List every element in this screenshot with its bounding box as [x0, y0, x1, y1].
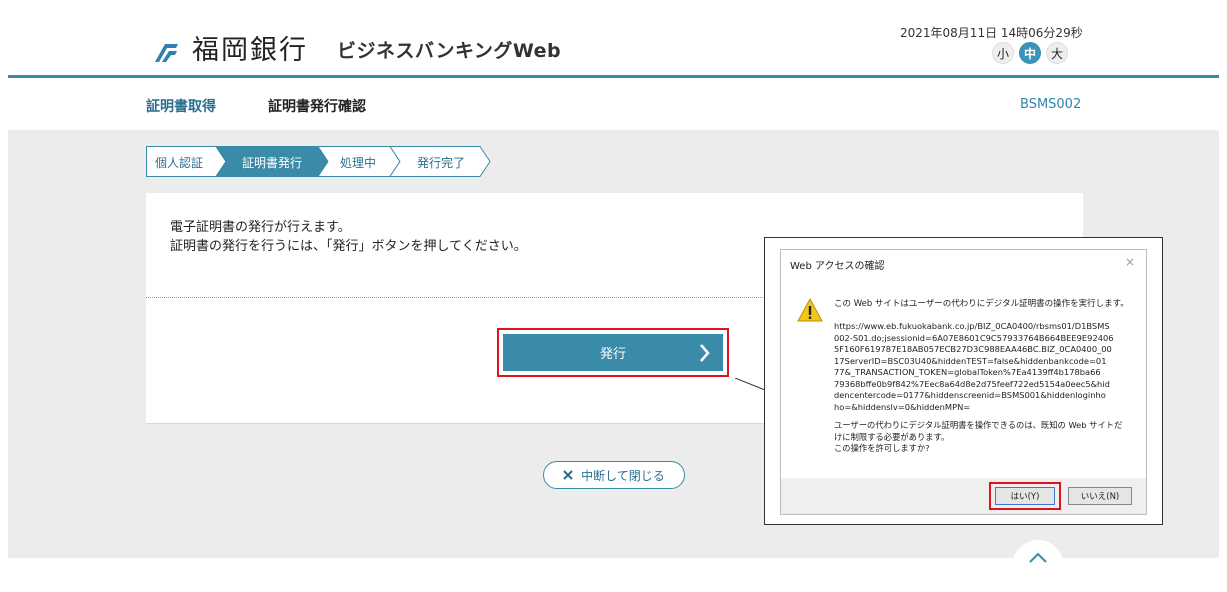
step-complete: 発行完了 [417, 156, 466, 170]
dialog-no-button[interactable]: いいえ(N) [1068, 487, 1132, 505]
chevron-up-icon [1029, 552, 1047, 563]
dialog-title: Web アクセスの確認 [790, 261, 885, 272]
url-line: ho=&hiddenslv=0&hiddenMPN= [834, 401, 971, 412]
screen-id: BSMS002 [1020, 97, 1082, 112]
close-icon [563, 470, 573, 480]
question-line: この操作を許可しますか? [834, 443, 930, 453]
current-datetime: 2021年08月11日 14時06分29秒 [900, 26, 1083, 40]
url-line: 79368bffe0b9f842%7Eec8a64d8e2d75feef722e… [834, 378, 1110, 389]
cancel-close-button[interactable]: 中断して閉じる [543, 461, 685, 489]
page-title: 証明書発行確認 [268, 99, 366, 115]
font-size-medium-button[interactable]: 中 [1019, 42, 1041, 64]
dialog-close-button[interactable]: × [1125, 255, 1135, 269]
issue-button-highlight [497, 328, 729, 377]
cancel-close-label: 中断して閉じる [581, 468, 665, 483]
url-line: 002-S01.do;jsessionid=6A07E8601C9C579337… [834, 332, 1114, 343]
step-personal-auth: 個人認証 [155, 156, 204, 170]
font-size-large-button[interactable]: 大 [1046, 42, 1068, 64]
font-size-small-button[interactable]: 小 [992, 42, 1014, 64]
url-line: 77&_TRANSACTION_TOKEN=globalToken%7Ea413… [834, 367, 1101, 377]
url-line: 17ServerID=BSC03U40&hiddenTEST=false&hid… [834, 355, 1107, 366]
dialog-url: https://www.eb.fukuokabank.co.jp/BIZ_0CA… [834, 321, 1144, 413]
info-message-2: 証明書の発行を行うには、「発行」ボタンを押してください。 [170, 239, 527, 254]
info-message-1: 電子証明書の発行が行えます。 [170, 220, 351, 235]
step-processing: 処理中 [340, 156, 377, 170]
bank-name: 福岡銀行 [192, 35, 308, 66]
page-top-button[interactable] [1012, 540, 1064, 592]
font-size-selector: 小 中 大 [992, 42, 1068, 64]
step-cert-issue: 証明書発行 [242, 156, 303, 170]
url-line: https://www.eb.fukuokabank.co.jp/BIZ_0CA… [834, 321, 1110, 331]
callout-connector [735, 378, 765, 391]
warning-icon [797, 297, 823, 322]
dialog-question: ユーザーの代わりにデジタル証明書を操作できるのは、既知の Web サイトだ けに… [834, 420, 1144, 455]
dialog-warning-text: この Web サイトはユーザーの代わりにデジタル証明書の操作を実行します。 [834, 299, 1129, 309]
url-line: dencentercode=0177&hiddenscreenid=BSMS00… [834, 390, 1106, 400]
question-line: ユーザーの代わりにデジタル証明書を操作できるのは、既知の Web サイトだ [834, 420, 1123, 430]
service-name: ビジネスバンキングWeb [337, 40, 562, 62]
page-category: 証明書取得 [146, 99, 216, 115]
yes-button-highlight [989, 482, 1061, 510]
header-divider [8, 75, 1219, 78]
question-line: けに制限する必要があります。 [834, 431, 950, 442]
bank-logo-icon [155, 44, 178, 62]
url-line: 5F160F619787E18AB057ECB27D3C988EAA46BC.B… [834, 344, 1112, 354]
